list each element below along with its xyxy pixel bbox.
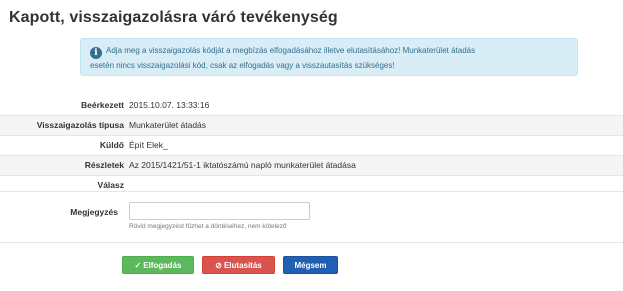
reject-button[interactable]: ⊘ Elutasítás <box>202 256 275 274</box>
detail-row-type: Visszaigazolás típusa Munkaterület átadá… <box>0 115 623 135</box>
info-alert: i Adja meg a visszaigazolás kódját a megb… <box>80 38 578 76</box>
note-help-text: Rövid megjegyzést fűzhet a döntéséhez, n… <box>129 223 287 230</box>
detail-label: Részletek <box>84 160 124 170</box>
detail-row-received: Beérkezett 2015.10.07. 13:33:16 <box>0 96 623 115</box>
detail-label: Válasz <box>97 180 124 190</box>
detail-label: Visszaigazolás típusa <box>36 120 124 130</box>
detail-value: Az 2015/1421/51-1 iktatószámú napló munk… <box>129 160 356 170</box>
divider <box>0 191 623 192</box>
accept-button[interactable]: ✓ Elfogadás <box>122 256 194 274</box>
note-label: Megjegyzés <box>70 207 118 217</box>
detail-label: Küldő <box>99 140 124 150</box>
detail-value: 2015.10.07. 13:33:16 <box>129 100 210 110</box>
info-text-line2: esetén nincs visszaigazolási kód, csak a… <box>90 61 395 70</box>
reject-button-label: Elutasítás <box>223 261 262 270</box>
page-title: Kapott, visszaigazolásra váró tevékenysé… <box>9 9 338 26</box>
info-icon: i <box>90 47 102 59</box>
detail-label: Beérkezett <box>81 100 124 110</box>
details-table: Beérkezett 2015.10.07. 13:33:16 Visszaig… <box>0 96 623 195</box>
check-icon: ✓ <box>134 261 142 270</box>
detail-value: Épít Elek_ <box>129 140 168 150</box>
note-input[interactable] <box>129 202 310 220</box>
ban-icon: ⊘ <box>215 261 222 270</box>
info-text-line1: Adja meg a visszaigazolás kódját a megbí… <box>106 46 476 55</box>
detail-value: Munkaterület átadás <box>129 120 207 130</box>
cancel-button-label: Mégsem <box>294 261 327 270</box>
detail-row-details: Részletek Az 2015/1421/51-1 iktatószámú … <box>0 155 623 175</box>
divider <box>0 242 623 243</box>
accept-button-label: Elfogadás <box>143 261 182 270</box>
detail-row-sender: Küldő Épít Elek_ <box>0 135 623 155</box>
cancel-button[interactable]: Mégsem <box>283 256 338 274</box>
detail-row-response: Válasz <box>0 175 623 195</box>
